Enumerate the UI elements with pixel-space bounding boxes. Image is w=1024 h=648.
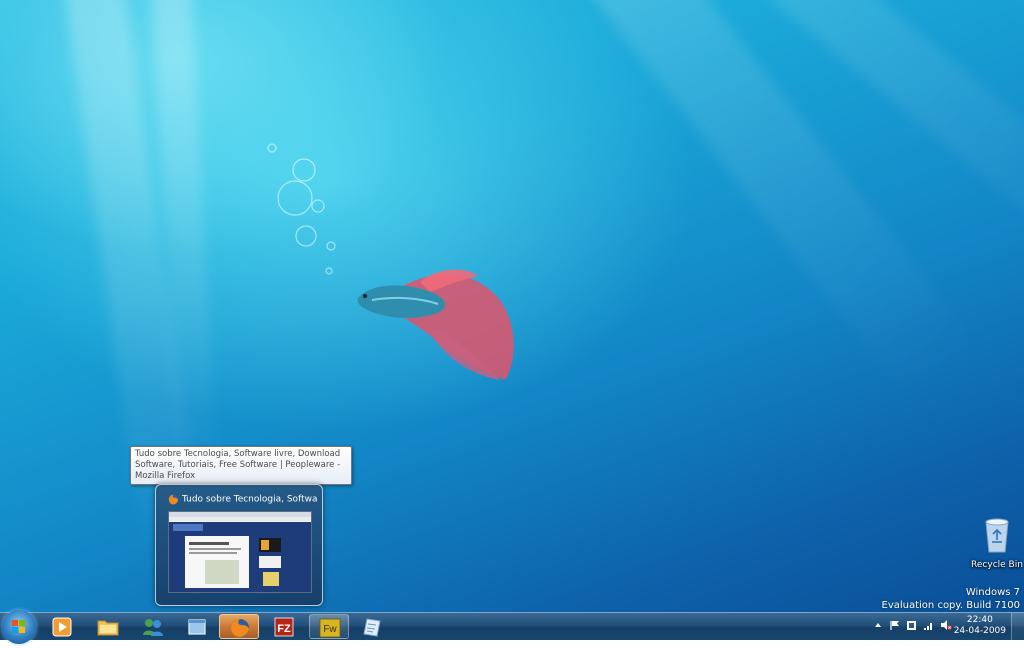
recycle-bin-icon	[985, 518, 1009, 553]
taskbar-windows-explorer[interactable]	[88, 614, 128, 639]
folder-icon	[97, 620, 119, 636]
start-button[interactable]	[2, 610, 36, 644]
clock[interactable]: 22:40 24-04-2009	[954, 615, 1006, 637]
taskbar-messenger[interactable]	[133, 614, 173, 639]
taskbar: FZ Fw 22:40 24-04-2009	[0, 610, 1024, 644]
bubbles	[267, 143, 336, 275]
wallpaper-art	[267, 143, 514, 380]
windows-logo-icon	[12, 620, 25, 633]
system-tray: 22:40 24-04-2009	[868, 613, 1024, 640]
flag-icon[interactable]	[890, 620, 900, 630]
taskbar-filezilla[interactable]: FZ	[264, 614, 304, 639]
taskbar-media-player[interactable]	[43, 614, 83, 639]
watermark-line-2: Evaluation copy. Build 7100	[881, 600, 1021, 611]
preview-title: Tudo sobre Tecnologia, Softwar...	[168, 494, 318, 508]
desktop-background[interactable]: Recycle Bin Windows 7 Evaluation copy. B…	[0, 0, 1024, 612]
clock-date: 24-04-2009	[953, 626, 1006, 636]
recycle-bin[interactable]: Recycle Bin	[968, 518, 1024, 574]
speaker-muted-icon[interactable]	[940, 619, 952, 631]
window-title-tooltip: Tudo sobre Tecnologia, Software livre, D…	[130, 446, 352, 485]
betta-fish	[357, 269, 514, 380]
messenger-icon	[143, 619, 163, 636]
network-device-icon[interactable]	[906, 620, 917, 631]
signal-icon[interactable]	[923, 620, 934, 631]
watermark-line-1: Windows 7	[965, 587, 1020, 598]
chevron-up-icon[interactable]	[874, 621, 882, 629]
fireworks-label: Fw	[323, 624, 337, 635]
firefox-icon	[168, 494, 179, 505]
taskbar-notepad[interactable]	[353, 614, 393, 639]
taskbar-window-switcher[interactable]	[177, 614, 217, 639]
taskbar-thumbnail-preview[interactable]: Tudo sobre Tecnologia, Softwar...	[155, 484, 323, 606]
preview-thumbnail[interactable]	[168, 511, 312, 593]
preview-title-text: Tudo sobre Tecnologia, Softwar...	[182, 494, 318, 505]
filezilla-label: FZ	[277, 623, 291, 635]
show-desktop-button[interactable]	[1011, 613, 1024, 640]
filezilla-icon: FZ	[274, 617, 294, 637]
taskbar-fireworks[interactable]: Fw	[309, 614, 349, 639]
fireworks-icon: Fw	[319, 618, 341, 638]
media-player-icon	[52, 617, 72, 637]
clock-time: 22:40	[966, 615, 993, 625]
recycle-bin-label: Recycle Bin	[971, 560, 1023, 570]
window-icon	[188, 619, 206, 635]
firefox-icon	[231, 619, 249, 637]
webpage-thumbnail-image	[169, 512, 311, 592]
evaluation-watermark: Windows 7 Evaluation copy. Build 7100	[882, 586, 1021, 612]
note-icon	[363, 618, 381, 637]
taskbar-firefox[interactable]	[219, 614, 259, 639]
